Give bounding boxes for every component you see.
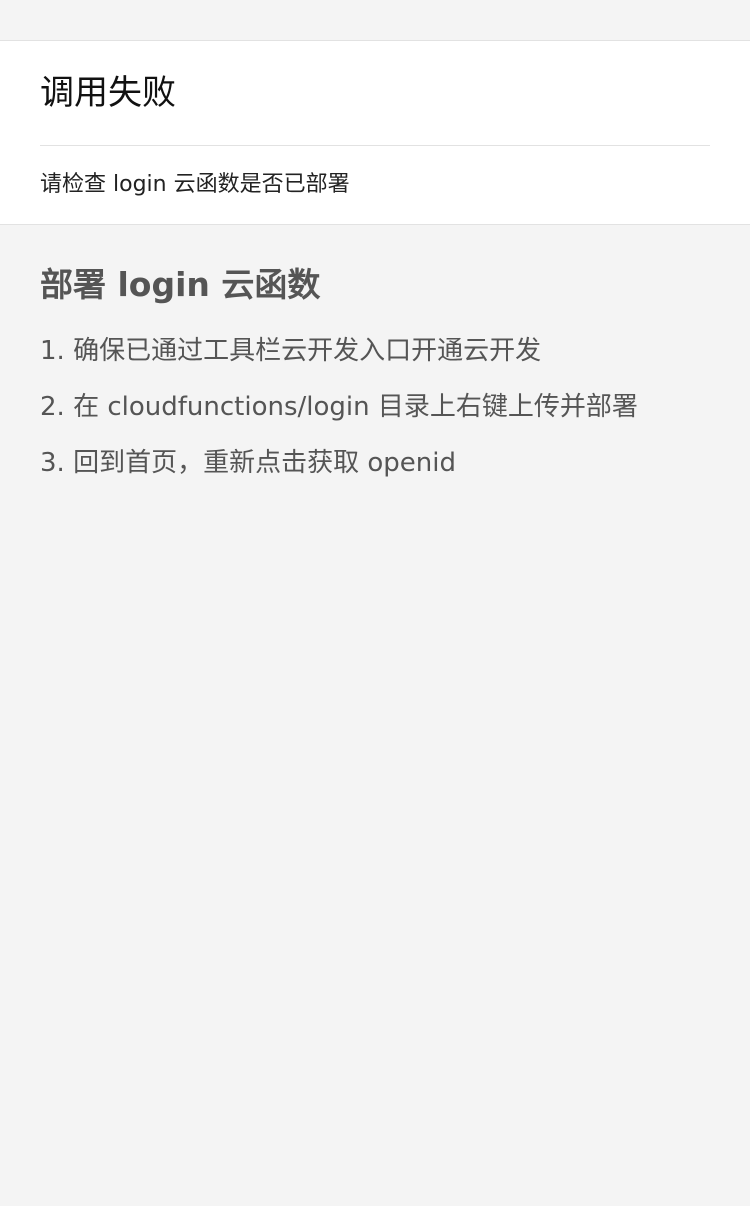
error-card: 调用失败 请检查 login 云函数是否已部署 <box>0 41 750 225</box>
guide-step-2: 2. 在 cloudfunctions/login 目录上右键上传并部署 <box>40 392 638 422</box>
top-strip <box>0 0 750 41</box>
deploy-guide: 部署 login 云函数 1. 确保已通过工具栏云开发入口开通云开发 2. 在 … <box>0 225 750 491</box>
guide-step-1: 1. 确保已通过工具栏云开发入口开通云开发 <box>40 336 542 366</box>
error-description: 请检查 login 云函数是否已部署 <box>40 172 350 197</box>
error-title: 调用失败 <box>40 41 710 146</box>
guide-title: 部署 login 云函数 <box>40 265 321 304</box>
guide-step-3: 3. 回到首页，重新点击获取 openid <box>40 448 456 478</box>
